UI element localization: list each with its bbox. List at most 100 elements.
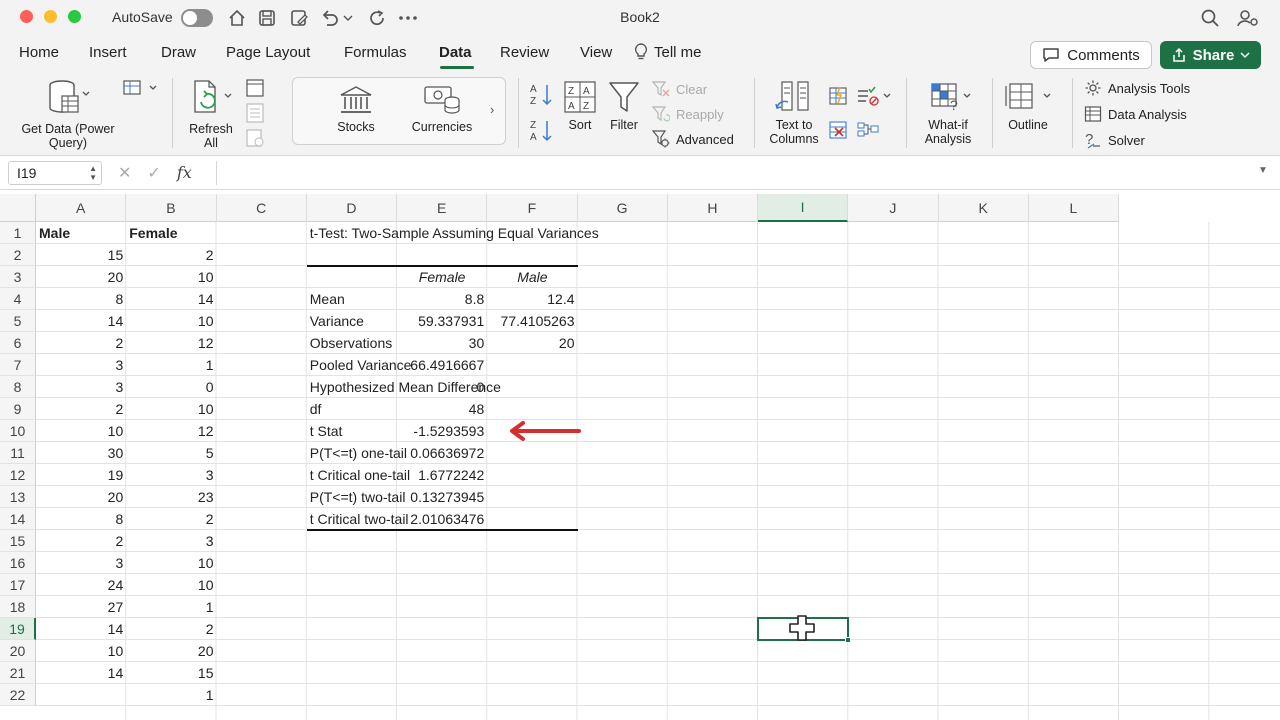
sort-descending-button[interactable]: ZA [530,118,554,147]
home-icon[interactable] [225,6,249,30]
solver-button[interactable]: ? Solver [1084,131,1145,149]
column-header-l[interactable]: L [1028,194,1119,222]
cell-female-value[interactable]: 23 [126,486,216,508]
cell-female-value[interactable]: 10 [126,310,216,332]
cell-female-value[interactable]: 1 [126,684,216,706]
tab-review[interactable]: Review [500,44,549,61]
undo-dropdown-icon[interactable] [341,6,355,30]
column-header-b[interactable]: B [126,194,217,222]
get-data-button[interactable]: Get Data (Power Query) [14,78,122,150]
row-header-22[interactable]: 22 [0,684,36,706]
row-header-8[interactable]: 8 [0,376,36,398]
row-header-6[interactable]: 6 [0,332,36,354]
cell-male-value[interactable]: 27 [36,596,126,618]
cell-male-value[interactable]: 15 [36,244,126,266]
data-validation-button[interactable] [856,86,894,109]
cell-female-value[interactable]: 1 [126,596,216,618]
cell-female-value[interactable]: 3 [126,530,216,552]
cell-male-value[interactable]: 30 [36,442,126,464]
cell-area[interactable] [36,222,1280,720]
cell-male-value[interactable]: 24 [36,574,126,596]
cell-female-value[interactable]: 10 [126,398,216,420]
currencies-button[interactable]: Currencies [408,84,476,134]
row-header-7[interactable]: 7 [0,354,36,376]
ttest-row-label[interactable]: P(T<=t) two-tail [307,486,406,508]
row-header-13[interactable]: 13 [0,486,36,508]
ttest-female-value[interactable]: 48 [397,398,487,420]
column-header-a[interactable]: A [36,194,127,222]
cell-male-value[interactable]: 20 [36,266,126,288]
ttest-header-female[interactable]: Female [397,266,487,288]
column-header-g[interactable]: G [577,194,668,222]
ttest-row-label[interactable]: Hypothesized Mean Difference [307,376,501,398]
ttest-row-label[interactable]: Mean [307,288,398,310]
advanced-filter-button[interactable]: Advanced [652,130,734,148]
cell-male-value[interactable]: 2 [36,332,126,354]
tab-insert[interactable]: Insert [89,44,127,61]
tab-view[interactable]: View [580,44,612,61]
cell-male-value[interactable]: 14 [36,662,126,684]
column-header-i[interactable]: I [758,194,849,222]
cell-male-value[interactable]: 8 [36,288,126,310]
close-window-button[interactable] [20,10,33,23]
select-all-corner[interactable] [0,194,36,222]
insert-function-icon[interactable]: fx [177,163,192,183]
clear-filter-button[interactable]: Clear [652,80,707,98]
gallery-next-icon[interactable]: › [490,102,494,117]
cell-female-value[interactable]: 10 [126,552,216,574]
cell-male-value[interactable]: 2 [36,530,126,552]
ttest-row-label[interactable]: t Critical one-tail [307,464,410,486]
ttest-male-value[interactable]: 20 [487,332,577,354]
formula-input[interactable] [216,161,1252,185]
sort-button[interactable]: Z A A Z Sort [562,80,598,132]
ttest-female-value[interactable]: -1.5293593 [397,420,487,442]
row-header-20[interactable]: 20 [0,640,36,662]
queries-connections-buttons[interactable] [244,78,266,153]
tab-draw[interactable]: Draw [161,44,196,61]
undo-icon[interactable] [318,6,342,30]
cell-male-value[interactable]: 14 [36,310,126,332]
minimize-window-button[interactable] [44,10,57,23]
row-header-17[interactable]: 17 [0,574,36,596]
cell-female-value[interactable]: 2 [126,508,216,530]
row-header-14[interactable]: 14 [0,508,36,530]
row-header-5[interactable]: 5 [0,310,36,332]
name-box[interactable]: I19 ▲ ▼ [8,161,102,185]
tab-data[interactable]: Data [439,44,472,61]
save-as-icon[interactable] [287,6,311,30]
name-box-stepper-icon[interactable]: ▲ ▼ [89,164,97,182]
ttest-row-label[interactable]: Pooled Variance [307,354,412,376]
row-header-19[interactable]: 19 [0,618,36,640]
reapply-button[interactable]: Reapply [652,105,724,123]
flash-fill-button[interactable] [828,86,850,109]
tab-page-layout[interactable]: Page Layout [226,44,310,61]
cell-female-value[interactable]: 3 [126,464,216,486]
cell-female-value[interactable]: 14 [126,288,216,310]
cell-male-value[interactable]: 20 [36,486,126,508]
row-header-1[interactable]: 1 [0,222,36,244]
account-settings-icon[interactable] [1236,6,1260,30]
more-icon[interactable] [396,6,420,30]
cell-male-value[interactable]: 14 [36,618,126,640]
column-header-f[interactable]: F [487,194,578,222]
row-header-2[interactable]: 2 [0,244,36,266]
row-header-10[interactable]: 10 [0,420,36,442]
row-header-12[interactable]: 12 [0,464,36,486]
cell-male-value[interactable]: 10 [36,640,126,662]
cell-male-value[interactable]: 8 [36,508,126,530]
ttest-row-label[interactable]: t Critical two-tail [307,508,409,530]
data-analysis-button[interactable]: Data Analysis [1084,105,1187,123]
analysis-tools-button[interactable]: Analysis Tools [1084,79,1190,97]
expand-formula-bar-icon[interactable]: ▼ [1258,165,1268,176]
ttest-female-value[interactable]: 30 [397,332,487,354]
column-header-e[interactable]: E [397,194,488,222]
ttest-female-value[interactable]: 8.8 [397,288,487,310]
cell-male-value[interactable]: 10 [36,420,126,442]
cell-male-value[interactable]: 19 [36,464,126,486]
ttest-title[interactable]: t-Test: Two-Sample Assuming Equal Varian… [307,222,599,244]
ttest-female-value[interactable]: 59.337931 [397,310,487,332]
ttest-row-label[interactable]: Variance [307,310,398,332]
ttest-female-value[interactable]: 0 [397,376,487,398]
what-if-analysis-button[interactable]: ? What-if Analysis [914,80,982,146]
ttest-male-value[interactable]: 12.4 [487,288,577,310]
